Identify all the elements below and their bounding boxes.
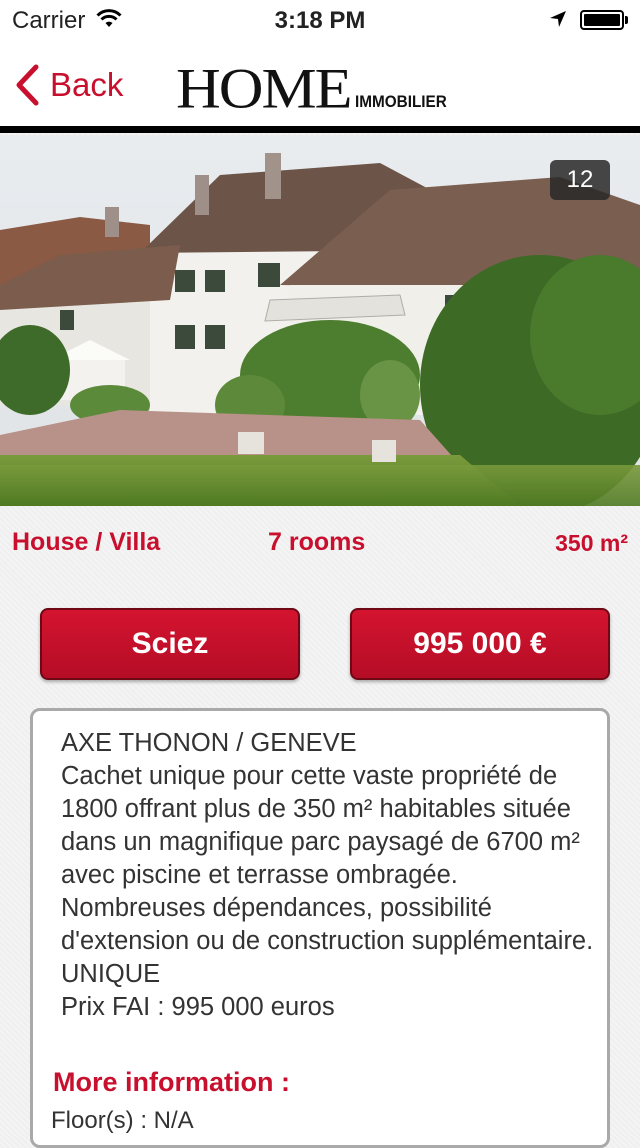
logo-sub-text: IMMOBILIER: [354, 92, 447, 111]
logo-main-text: HOME: [176, 57, 353, 121]
price-button[interactable]: 995 000 €: [350, 608, 610, 680]
status-bar: Carrier 3:18 PM: [0, 0, 640, 40]
back-button[interactable]: Back: [14, 64, 123, 106]
property-photo[interactable]: [0, 135, 640, 506]
back-label: Back: [50, 66, 124, 103]
location-arrow-icon: [548, 8, 568, 36]
navigation-bar: Back HOME IMMOBILIER: [0, 40, 640, 128]
chevron-left-icon: [16, 64, 39, 106]
clock: 3:18 PM: [274, 7, 366, 34]
living-area: 350 m²: [555, 530, 628, 556]
property-type: House / Villa: [12, 528, 161, 556]
floor-count: Floor(s) : N/A: [51, 1107, 194, 1134]
description-text[interactable]: AXE THONON / GENEVE Cachet unique pour c…: [61, 727, 601, 1039]
nav-divider: [0, 126, 640, 133]
description-card: AXE THONON / GENEVE Cachet unique pour c…: [30, 708, 610, 1148]
more-information-heading: More information :: [53, 1067, 290, 1097]
city-button[interactable]: Sciez: [40, 608, 300, 680]
photo-count-badge: 12: [550, 160, 610, 200]
home-immobilier-logo: HOME IMMOBILIER: [176, 57, 457, 121]
battery-icon: [580, 10, 624, 30]
room-count: 7 rooms: [268, 528, 366, 556]
battery-tip: [625, 16, 628, 24]
